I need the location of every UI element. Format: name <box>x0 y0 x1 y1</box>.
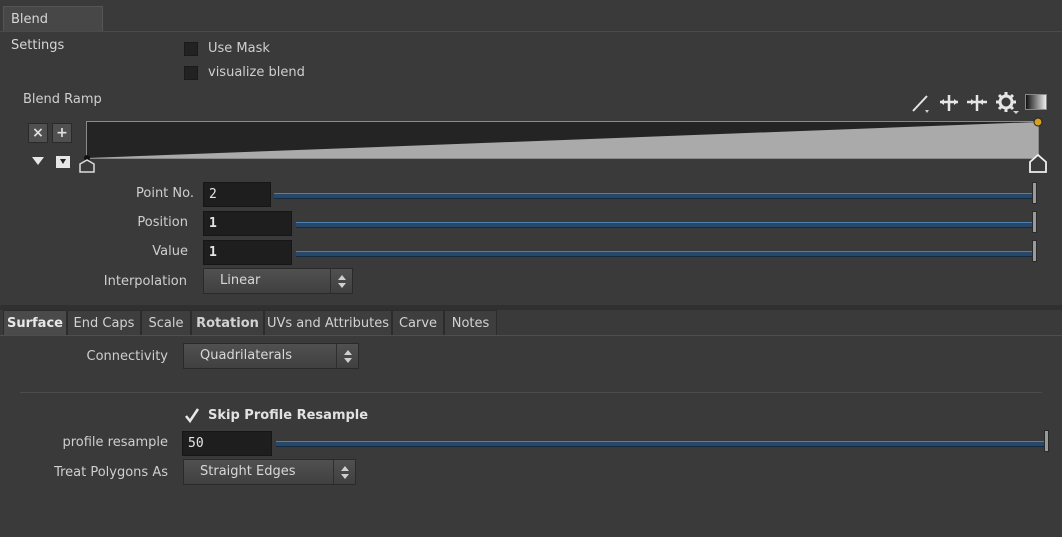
value-field[interactable]: 1 <box>203 240 292 265</box>
section-separator <box>20 392 1042 393</box>
blend-ramp-label: Blend Ramp <box>23 92 102 107</box>
tab-carve[interactable]: Carve <box>392 310 444 336</box>
use-mask-checkbox[interactable] <box>184 42 198 56</box>
use-mask-label: Use Mask <box>208 41 270 56</box>
spread-icon[interactable] <box>938 92 960 114</box>
point-no-slider-track[interactable] <box>274 193 1035 199</box>
tab-notes[interactable]: Notes <box>444 310 497 336</box>
position-slider-track[interactable] <box>296 222 1035 228</box>
treat-polygons-label: Treat Polygons As <box>54 465 168 480</box>
ramp-start-key[interactable] <box>79 155 95 173</box>
profile-resample-slider-track[interactable] <box>276 441 1046 447</box>
tab-surface[interactable]: Surface <box>3 310 67 336</box>
interpolation-dropdown[interactable]: Linear <box>203 268 353 294</box>
add-point-button[interactable]: + <box>52 123 72 143</box>
save-preset-icon[interactable] <box>56 156 70 168</box>
blend-ramp-graph[interactable] <box>86 121 1039 159</box>
dropdown-arrows-icon <box>336 344 358 368</box>
skip-profile-label: Skip Profile Resample <box>208 408 369 423</box>
gear-icon[interactable] <box>994 91 1020 115</box>
visualize-blend-label: visualize blend <box>208 65 305 80</box>
position-field[interactable]: 1 <box>203 211 292 236</box>
collapse-triangle-icon[interactable] <box>31 155 45 167</box>
tab-rotation[interactable]: Rotation <box>191 310 264 336</box>
connectivity-label: Connectivity <box>86 349 168 364</box>
ramp-end-key[interactable] <box>1029 115 1047 175</box>
point-no-slider-handle[interactable] <box>1032 182 1037 204</box>
point-no-label: Point No. <box>136 186 194 201</box>
profile-resample-label: profile resample <box>62 435 168 450</box>
ramp-fill <box>87 122 1038 158</box>
value-slider-handle[interactable] <box>1032 240 1037 262</box>
value-label: Value <box>152 244 188 259</box>
tab-bar: Surface End Caps Scale Rotation UVs and … <box>0 310 1062 336</box>
treat-polygons-dropdown[interactable]: Straight Edges <box>183 459 356 485</box>
tab-divider <box>0 31 1062 32</box>
tab-blend-settings[interactable]: Blend Settings <box>3 6 103 53</box>
skip-profile-checkbox[interactable] <box>184 408 200 424</box>
position-label: Position <box>137 215 188 230</box>
interpolation-label: Interpolation <box>103 274 187 289</box>
value-slider-track[interactable] <box>296 251 1035 257</box>
pen-icon[interactable] <box>910 92 932 114</box>
merge-icon[interactable] <box>966 92 988 114</box>
tab-underline <box>0 335 1062 336</box>
dropdown-arrows-icon <box>330 269 352 293</box>
gradient-icon[interactable] <box>1025 94 1047 110</box>
connectivity-dropdown[interactable]: Quadrilaterals <box>183 343 359 369</box>
position-slider-handle[interactable] <box>1032 211 1037 233</box>
tab-scale[interactable]: Scale <box>141 310 191 336</box>
point-no-field[interactable]: 2 <box>203 182 271 207</box>
profile-resample-field[interactable]: 50 <box>182 431 272 456</box>
ramp-curve <box>87 122 1038 158</box>
dropdown-arrows-icon <box>333 460 355 484</box>
connectivity-value: Quadrilaterals <box>200 348 293 363</box>
tab-end-caps[interactable]: End Caps <box>67 310 141 336</box>
tab-uvs-and-attributes[interactable]: UVs and Attributes <box>264 310 392 336</box>
treat-polygons-value: Straight Edges <box>200 464 296 479</box>
visualize-blend-checkbox[interactable] <box>184 66 198 80</box>
profile-resample-slider-handle[interactable] <box>1044 430 1049 452</box>
remove-point-button[interactable]: × <box>28 123 48 143</box>
interpolation-value: Linear <box>220 273 261 288</box>
